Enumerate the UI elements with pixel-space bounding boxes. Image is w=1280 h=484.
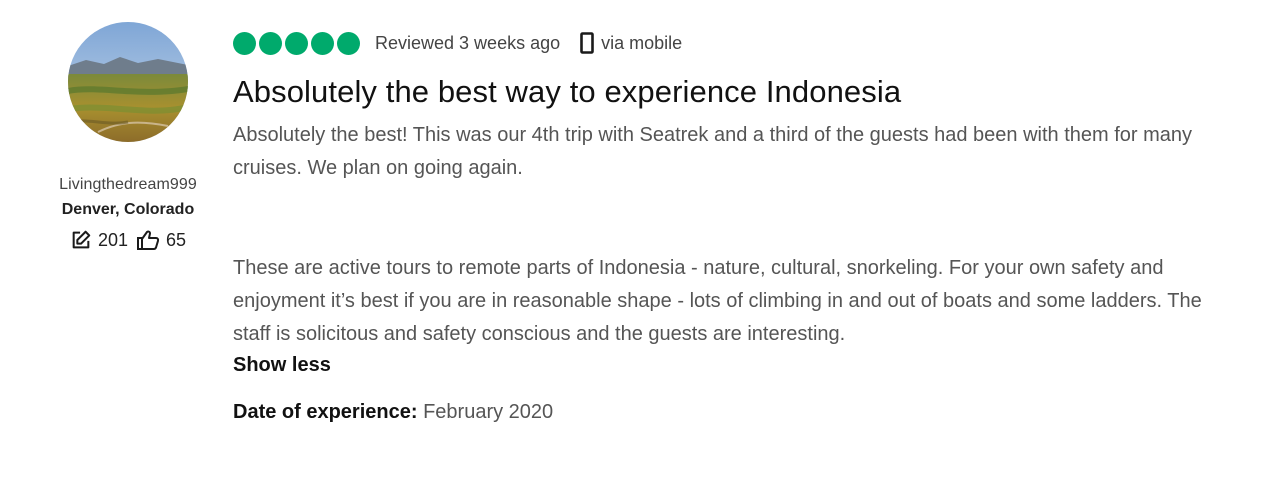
rating-bubble-icon: [285, 31, 308, 55]
reviewer-location: Denver, Colorado: [61, 201, 195, 218]
date-of-experience: Date of experience: February 2020: [233, 401, 1213, 424]
review-paragraph: These are active tours to remote parts o…: [233, 257, 1202, 345]
experience-label: Date of experience:: [233, 401, 418, 423]
review-paragraph: Absolutely the best! This was our 4th tr…: [233, 124, 1193, 179]
helpful-votes-stat: 65: [136, 229, 186, 251]
reviewer-stats: 201 65: [38, 229, 218, 251]
rating-bubble-icon: [311, 31, 334, 55]
rating-bubbles: [233, 31, 360, 55]
contributions-count: 201: [97, 229, 128, 250]
avatar[interactable]: [68, 22, 188, 142]
rating-bubble-icon: [259, 31, 282, 55]
review-body: Reviewed 3 weeks ago via mobile Absolute…: [233, 28, 1213, 424]
review-meta: Reviewed 3 weeks ago via mobile: [233, 28, 1213, 58]
reviewed-date: Reviewed 3 weeks ago: [375, 32, 561, 53]
review-title[interactable]: Absolutely the best way to experience In…: [233, 74, 1213, 110]
rating-bubble-icon: [233, 31, 256, 55]
reviewer-info: Livingthedream999 Denver, Colorado 201 6…: [38, 22, 218, 251]
reviewer-username[interactable]: Livingthedream999: [38, 176, 218, 194]
mobile-phone-icon: [580, 32, 594, 54]
experience-date: February 2020: [423, 401, 554, 423]
via-source: via mobile: [580, 32, 682, 54]
via-text: via mobile: [601, 32, 683, 53]
thumbs-up-icon: [137, 230, 160, 250]
helpful-votes-count: 65: [166, 229, 187, 250]
edit-icon: [72, 230, 91, 249]
show-less-button[interactable]: Show less: [233, 354, 331, 377]
contributions-stat: 201: [70, 229, 128, 251]
rating-bubble-icon: [337, 31, 360, 55]
